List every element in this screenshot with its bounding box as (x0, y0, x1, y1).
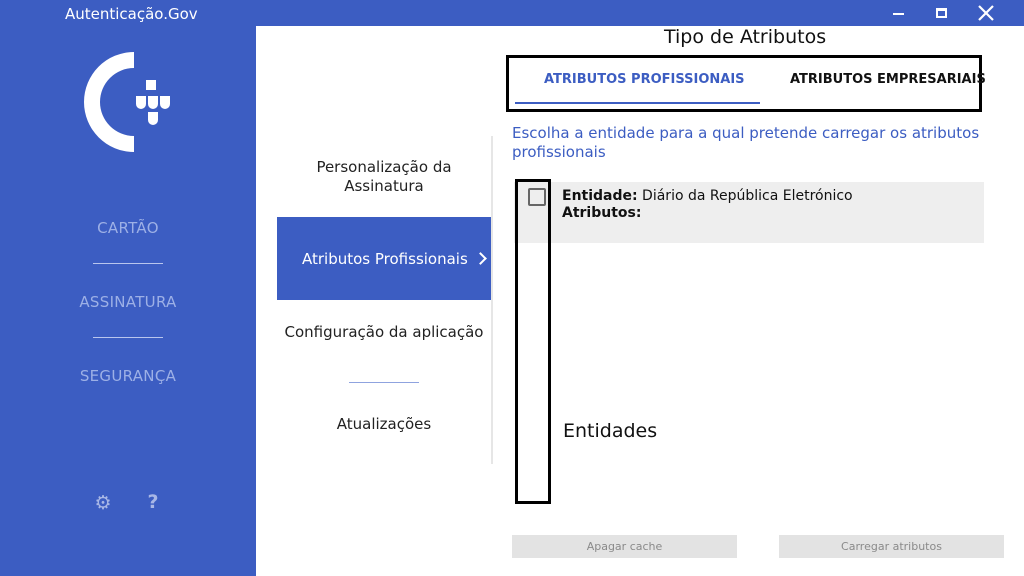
menu-item-atributos-profissionais[interactable]: Atributos Profissionais (277, 217, 491, 300)
close-icon (978, 5, 994, 21)
load-attributes-button[interactable]: Carregar atributos (779, 535, 1004, 558)
close-button[interactable] (964, 0, 1008, 26)
minimize-icon (892, 13, 904, 15)
sidebar-item-assinatura[interactable]: ASSINATURA (56, 293, 200, 311)
entity-details: Entidade: Diário da República Eletrónico… (562, 188, 853, 222)
main-panel: Personalização da Assinatura Atributos P… (256, 26, 1024, 576)
entity-value: Diário da República Eletrónico (637, 188, 853, 204)
sidebar-item-seguranca[interactable]: SEGURANÇA (56, 367, 200, 385)
clear-cache-button[interactable]: Apagar cache (512, 535, 737, 558)
entity-checkbox[interactable] (528, 188, 546, 206)
chevron-right-icon (473, 252, 487, 265)
entities-column-highlight (515, 179, 551, 504)
gear-icon[interactable]: ⚙ (92, 492, 114, 514)
tab-atributos-profissionais[interactable]: ATRIBUTOS PROFISSIONAIS (544, 72, 745, 87)
sidebar-divider (93, 263, 163, 264)
entity-label: Entidade: (562, 188, 638, 204)
minimize-button[interactable] (876, 0, 920, 26)
menu-item-atualizacoes[interactable]: Atualizações (277, 415, 491, 434)
maximize-button[interactable] (919, 0, 963, 26)
section-title: Tipo de Atributos (664, 26, 827, 48)
app-logo-icon (84, 52, 170, 152)
help-icon[interactable]: ? (143, 490, 163, 514)
sidebar-divider (93, 337, 163, 338)
maximize-icon (935, 8, 947, 18)
entities-label: Entidades (563, 420, 658, 442)
vertical-divider (491, 136, 493, 464)
attributes-label: Atributos: (562, 205, 642, 221)
menu-item-label: Atributos Profissionais (302, 249, 468, 268)
menu-divider (349, 382, 419, 383)
instruction-text: Escolha a entidade para a qual pretende … (512, 124, 980, 161)
active-tab-indicator (515, 102, 760, 104)
app-title: Autenticação.Gov (65, 5, 198, 23)
menu-item-personalizacao[interactable]: Personalização da Assinatura (277, 158, 491, 196)
sidebar-item-cartao[interactable]: CARTÃO (56, 219, 200, 237)
menu-item-configuracao[interactable]: Configuração da aplicação (277, 323, 491, 342)
entity-row[interactable]: Entidade: Diário da República Eletrónico… (514, 182, 984, 243)
tabs-container: ATRIBUTOS PROFISSIONAIS ATRIBUTOS EMPRES… (506, 55, 986, 112)
tab-atributos-empresariais[interactable]: ATRIBUTOS EMPRESARIAIS (790, 72, 986, 87)
